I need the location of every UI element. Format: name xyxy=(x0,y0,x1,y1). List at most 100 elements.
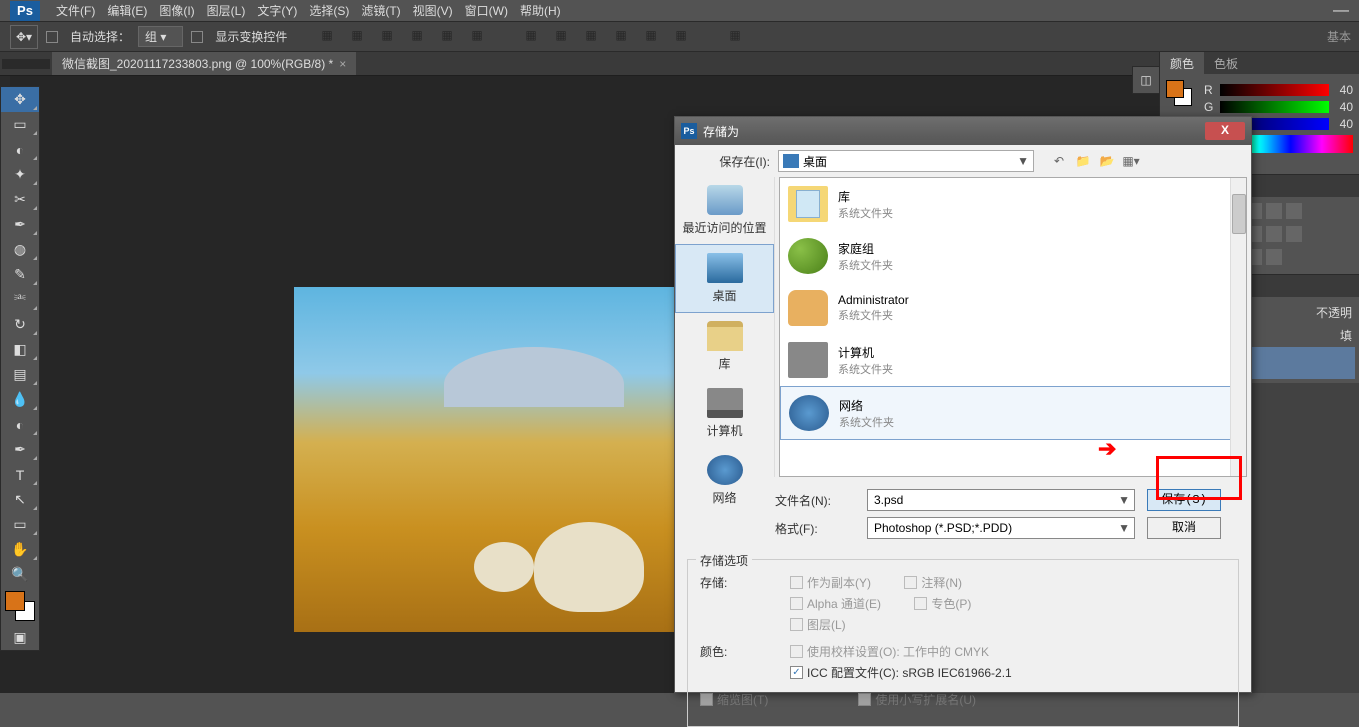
adjust-icon[interactable] xyxy=(1286,226,1302,242)
fg-bg-colors[interactable] xyxy=(1,587,39,625)
quickmask-button[interactable]: ▣ xyxy=(1,625,39,650)
new-folder-button[interactable]: 📂 xyxy=(1098,152,1116,170)
menu-view[interactable]: 视图(V) xyxy=(407,2,459,19)
dodge-tool[interactable]: ◐ xyxy=(1,412,39,437)
format-dropdown[interactable]: Photoshop (*.PSD;*.PDD)▼ xyxy=(867,517,1135,539)
place-desktop[interactable]: 桌面 xyxy=(675,244,774,313)
icc-checkbox[interactable]: ✓ xyxy=(790,666,803,679)
back-button[interactable]: ↶ xyxy=(1050,152,1068,170)
toolbox-handle[interactable] xyxy=(0,76,10,86)
thumbnail-checkbox xyxy=(700,693,713,706)
pen-tool[interactable]: ✒ xyxy=(1,437,39,462)
app-logo: Ps xyxy=(10,1,40,21)
align-icon[interactable]: ▦ xyxy=(351,28,369,46)
type-tool[interactable]: T xyxy=(1,462,39,487)
filename-input[interactable]: 3.psd▼ xyxy=(867,489,1135,511)
fg-color[interactable] xyxy=(5,591,25,611)
view-menu-button[interactable]: ▦▾ xyxy=(1122,152,1140,170)
menu-window[interactable]: 窗口(W) xyxy=(459,2,514,19)
place-network[interactable]: 网络 xyxy=(675,447,774,514)
save-button[interactable]: 保存(S) xyxy=(1147,489,1221,511)
brush-tool[interactable]: ✎ xyxy=(1,262,39,287)
move-tool[interactable]: ✥ xyxy=(1,87,39,112)
path-select-tool[interactable]: ↖ xyxy=(1,487,39,512)
align-icon[interactable]: ▦ xyxy=(411,28,429,46)
menu-filter[interactable]: 滤镜(T) xyxy=(355,2,406,19)
distribute-icon[interactable]: ▦ xyxy=(615,28,633,46)
panel-collapse-icon[interactable]: ◫ xyxy=(1132,66,1160,94)
scroll-thumb[interactable] xyxy=(1232,194,1246,234)
location-dropdown[interactable]: 桌面 ▼ xyxy=(778,150,1034,172)
up-button[interactable]: 📁 xyxy=(1074,152,1092,170)
gradient-tool[interactable]: ▤ xyxy=(1,362,39,387)
adjust-icon[interactable] xyxy=(1266,226,1282,242)
transform-checkbox[interactable] xyxy=(191,31,203,43)
auto-select-dropdown[interactable]: 组 ▾ xyxy=(138,26,183,47)
panel-fg-bg[interactable] xyxy=(1166,80,1194,108)
menu-help[interactable]: 帮助(H) xyxy=(514,2,567,19)
network-icon xyxy=(707,455,743,485)
r-slider[interactable] xyxy=(1220,84,1329,96)
file-item-library[interactable]: 库系统文件夹 xyxy=(780,178,1246,230)
distribute-icon[interactable]: ▦ xyxy=(525,28,543,46)
crop-tool[interactable]: ✂ xyxy=(1,187,39,212)
menu-type[interactable]: 文字(Y) xyxy=(251,2,303,19)
lasso-tool[interactable]: ◐ xyxy=(1,137,39,162)
document-tab[interactable]: 微信截图_20201117233803.png @ 100%(RGB/8) * … xyxy=(52,52,356,75)
color-tab[interactable]: 颜色 xyxy=(1160,52,1204,74)
blur-tool[interactable]: 💧 xyxy=(1,387,39,412)
store-label: 存储: xyxy=(700,574,790,637)
move-tool-icon[interactable]: ✥▾ xyxy=(10,25,38,49)
align-icon[interactable]: ▦ xyxy=(471,28,489,46)
menu-file[interactable]: 文件(F) xyxy=(50,2,101,19)
adjust-icon[interactable] xyxy=(1266,203,1282,219)
menu-select[interactable]: 选择(S) xyxy=(303,2,355,19)
eraser-tool[interactable]: ◧ xyxy=(1,337,39,362)
align-icon[interactable]: ▦ xyxy=(441,28,459,46)
g-value[interactable]: 40 xyxy=(1333,100,1353,114)
place-computer[interactable]: 计算机 xyxy=(675,380,774,447)
swatches-tab[interactable]: 色板 xyxy=(1204,52,1248,74)
zoom-tool[interactable]: 🔍 xyxy=(1,562,39,587)
minimize-button[interactable]: — xyxy=(1333,2,1349,20)
tab-close-icon[interactable]: × xyxy=(339,57,346,71)
layers-checkbox xyxy=(790,618,803,631)
place-libraries[interactable]: 库 xyxy=(675,313,774,380)
distribute-icon[interactable]: ▦ xyxy=(675,28,693,46)
file-item-network[interactable]: 网络系统文件夹 xyxy=(780,386,1246,440)
auto-select-checkbox[interactable] xyxy=(46,31,58,43)
tab-handle[interactable] xyxy=(2,59,50,69)
distribute-icon[interactable]: ▦ xyxy=(645,28,663,46)
cancel-button[interactable]: 取消 xyxy=(1147,517,1221,539)
file-item-user[interactable]: Administrator系统文件夹 xyxy=(780,282,1246,334)
marquee-tool[interactable]: ▭ xyxy=(1,112,39,137)
dialog-close-button[interactable]: X xyxy=(1205,122,1245,140)
wand-tool[interactable]: ✦ xyxy=(1,162,39,187)
adjust-icon[interactable] xyxy=(1286,203,1302,219)
align-icon[interactable]: ▦ xyxy=(381,28,399,46)
scrollbar[interactable] xyxy=(1230,178,1246,476)
eyedropper-tool[interactable]: ✒ xyxy=(1,212,39,237)
stamp-tool[interactable]: ⎃ xyxy=(1,287,39,312)
place-recent[interactable]: 最近访问的位置 xyxy=(675,177,774,244)
menu-layers[interactable]: 图层(L) xyxy=(201,2,252,19)
dialog-titlebar[interactable]: Ps 存储为 X xyxy=(675,117,1251,145)
file-item-homegroup[interactable]: 家庭组系统文件夹 xyxy=(780,230,1246,282)
history-brush-tool[interactable]: ↻ xyxy=(1,312,39,337)
r-value[interactable]: 40 xyxy=(1333,83,1353,97)
align-icon[interactable]: ▦ xyxy=(321,28,339,46)
auto-align-icon[interactable]: ▦ xyxy=(729,28,747,46)
workspace-label[interactable]: 基本 xyxy=(1327,28,1351,45)
b-value[interactable]: 40 xyxy=(1333,117,1353,131)
g-slider[interactable] xyxy=(1220,101,1329,113)
adjust-icon[interactable] xyxy=(1266,249,1282,265)
distribute-icon[interactable]: ▦ xyxy=(585,28,603,46)
menu-edit[interactable]: 编辑(E) xyxy=(101,2,153,19)
shape-tool[interactable]: ▭ xyxy=(1,512,39,537)
menu-image[interactable]: 图像(I) xyxy=(153,2,200,19)
distribute-icon[interactable]: ▦ xyxy=(555,28,573,46)
file-list[interactable]: 库系统文件夹 家庭组系统文件夹 Administrator系统文件夹 计算机系统… xyxy=(779,177,1247,477)
hand-tool[interactable]: ✋ xyxy=(1,537,39,562)
healing-tool[interactable]: ◍ xyxy=(1,237,39,262)
file-item-computer[interactable]: 计算机系统文件夹 xyxy=(780,334,1246,386)
